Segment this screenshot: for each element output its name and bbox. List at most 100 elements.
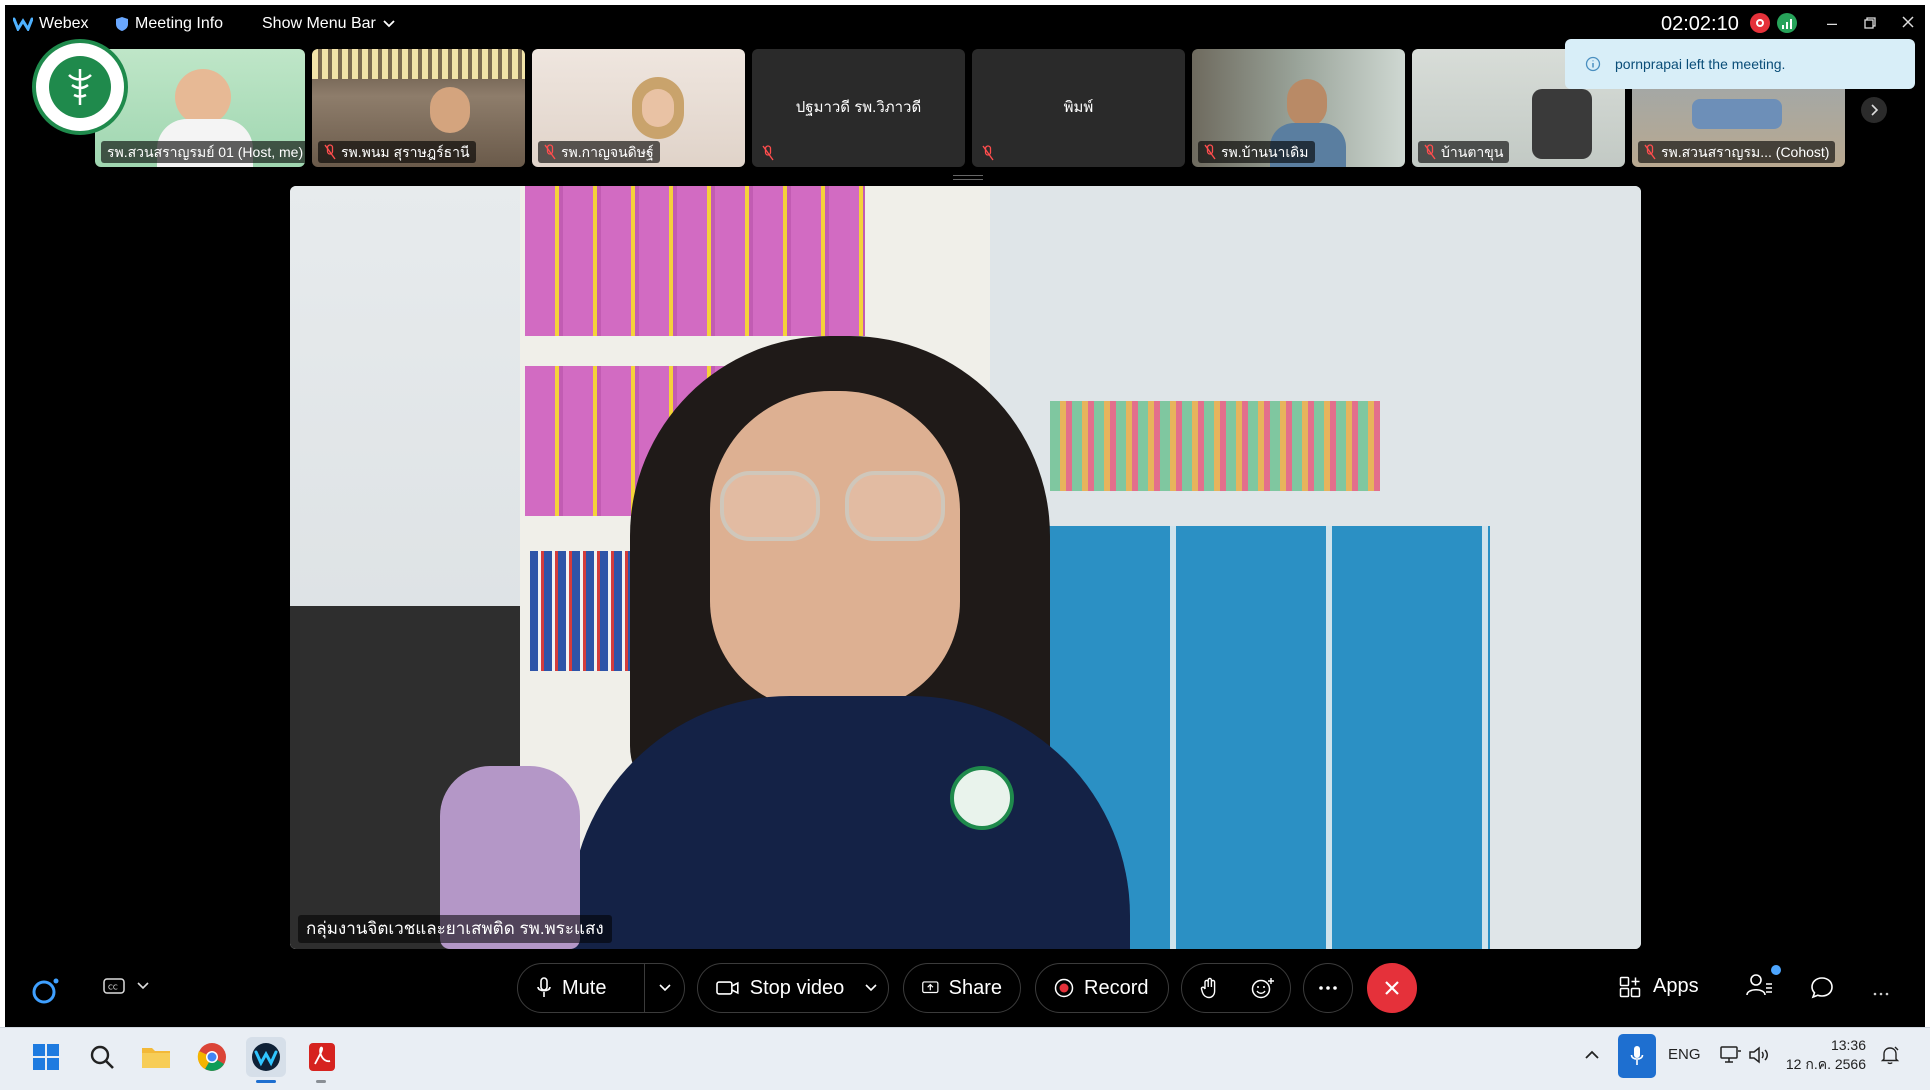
microphone-icon [1630, 1046, 1644, 1065]
end-meeting-button[interactable] [1367, 963, 1417, 1013]
app-menu[interactable]: Webex [13, 15, 89, 33]
notifications-button[interactable] [1880, 1045, 1900, 1070]
close-icon [1385, 981, 1399, 995]
network-health-icon[interactable] [1777, 13, 1797, 33]
participant-name: รพ.พนม สุราษฎร์ธานี [341, 144, 470, 160]
info-icon [1585, 56, 1601, 72]
participant-tile[interactable]: รพ.กาญจนดิษฐ์ [532, 49, 745, 167]
reactions-button[interactable] [1236, 964, 1290, 1012]
acrobat-open-indicator [316, 1080, 326, 1083]
acrobat-icon [309, 1043, 335, 1071]
input-language[interactable]: ENG [1668, 1046, 1701, 1063]
mic-muted-icon [1644, 144, 1656, 160]
show-menu-bar-label: Show Menu Bar [262, 15, 376, 32]
participant-name-label: รพ.พนม สุราษฎร์ธานี [318, 141, 476, 163]
svg-text:CC: CC [108, 984, 118, 992]
reactions-group [1181, 963, 1291, 1013]
mic-muted-icon [1424, 144, 1436, 160]
webex-window: Webex Meeting Info Show Menu Bar 02:02:1… [5, 5, 1925, 1027]
participants-button[interactable] [1745, 965, 1781, 1005]
participant-tile-video-off[interactable]: ปฐมาวดี รพ.วิภาวดี [752, 49, 965, 167]
record-button[interactable]: Record [1035, 963, 1169, 1013]
assistant-icon [32, 978, 59, 1004]
filmstrip-next-button[interactable] [1861, 97, 1887, 123]
chat-button[interactable] [1809, 975, 1837, 1003]
apps-button[interactable]: Apps [1619, 975, 1699, 998]
mic-muted-icon [762, 145, 774, 161]
recording-indicator-icon[interactable] [1750, 13, 1770, 33]
apps-label: Apps [1653, 975, 1699, 997]
more-horizontal-icon [1873, 992, 1889, 996]
speaker-icon [1749, 1046, 1768, 1064]
mic-muted-icon [1204, 144, 1216, 160]
clock-time: 13:36 [1830, 1037, 1866, 1053]
show-hidden-icons-button[interactable] [1584, 1048, 1600, 1066]
participant-video-face [175, 69, 231, 125]
chevron-right-icon [1871, 104, 1879, 116]
system-clock[interactable]: 13:36 12 ก.ค. 2566 [1780, 1036, 1866, 1074]
active-speaker-video[interactable]: กลุ่มงานจิตเวชและยาเสพติด รพ.พระแสง [290, 186, 1641, 949]
meeting-timer: 02:02:10 [1661, 13, 1739, 35]
smiley-plus-icon [1251, 978, 1274, 999]
more-options-button[interactable] [1303, 963, 1353, 1013]
chair-background [1532, 89, 1592, 159]
participant-name: พิมพ์ [1063, 99, 1094, 116]
notification-toast: pornprapai left the meeting. [1565, 39, 1915, 89]
audio-options-button[interactable] [644, 964, 684, 1012]
file-explorer-button[interactable] [136, 1037, 176, 1077]
acrobat-button[interactable] [302, 1037, 342, 1077]
filmstrip-resize-handle[interactable] [953, 175, 983, 180]
bookshelf-background [312, 49, 525, 79]
webex-taskbar-button[interactable] [246, 1037, 286, 1077]
chevron-down-icon [137, 982, 149, 990]
participants-notification-dot [1771, 965, 1781, 975]
participant-tile[interactable]: รพ.พนม สุราษฎร์ธานี [312, 49, 525, 167]
start-button[interactable] [26, 1037, 66, 1077]
meeting-info-label: Meeting Info [135, 15, 224, 32]
close-icon [1902, 16, 1914, 28]
closed-captions-icon: CC [103, 978, 125, 994]
chrome-button[interactable] [192, 1037, 232, 1077]
record-icon [1054, 978, 1074, 998]
participant-tile-host[interactable]: รพ.สวนสราญรมย์ 01 (Host, me) [95, 49, 305, 167]
show-menu-bar-button[interactable]: Show Menu Bar [262, 15, 396, 33]
participant-group-video [1692, 99, 1782, 129]
participant-name: บ้านตาขุน [1441, 144, 1504, 160]
participant-name-label: รพ.บ้านนาเดิม [1198, 141, 1315, 163]
chevron-down-icon [658, 984, 671, 992]
mic-muted-icon [544, 144, 556, 160]
participant-name-label: รพ.กาญจนดิษฐ์ [538, 141, 660, 163]
mute-button[interactable]: Mute [517, 963, 685, 1013]
video-options-button[interactable] [854, 964, 888, 1012]
meeting-info-button[interactable]: Meeting Info [115, 15, 223, 33]
stop-video-label: Stop video [749, 976, 845, 999]
mute-label: Mute [562, 976, 607, 999]
restore-button[interactable] [1855, 11, 1885, 35]
captions-button[interactable]: CC [103, 977, 149, 995]
restore-icon [1864, 17, 1876, 29]
participant-name: รพ.สวนสราญรม... (Cohost) [1661, 144, 1830, 160]
participant-tile[interactable]: รพ.บ้านนาเดิม [1192, 49, 1405, 167]
search-button[interactable] [82, 1037, 122, 1077]
microphone-icon [537, 977, 551, 997]
participant-name: รพ.กาญจนดิษฐ์ [561, 144, 654, 160]
minimize-button[interactable]: – [1817, 11, 1847, 35]
close-window-button[interactable] [1893, 11, 1923, 35]
search-icon [90, 1045, 114, 1069]
raise-hand-icon [1200, 977, 1216, 999]
participant-video-face [1287, 79, 1327, 127]
bell-icon [1880, 1046, 1900, 1065]
microphone-in-use-button[interactable] [1618, 1034, 1656, 1078]
video-binders-top [525, 186, 865, 336]
raise-hand-button[interactable] [1182, 964, 1236, 1012]
ministry-logo [32, 39, 128, 135]
network-icon[interactable] [1720, 1045, 1742, 1070]
stop-video-button[interactable]: Stop video [697, 963, 889, 1013]
participant-tile-video-off[interactable]: พิมพ์ [972, 49, 1185, 167]
shield-icon [116, 17, 128, 31]
more-panel-options-button[interactable] [1873, 983, 1895, 996]
webex-assistant-button[interactable] [31, 975, 61, 1005]
video-files [1050, 401, 1380, 491]
volume-icon[interactable] [1748, 1045, 1772, 1070]
share-button[interactable]: Share [903, 963, 1021, 1013]
